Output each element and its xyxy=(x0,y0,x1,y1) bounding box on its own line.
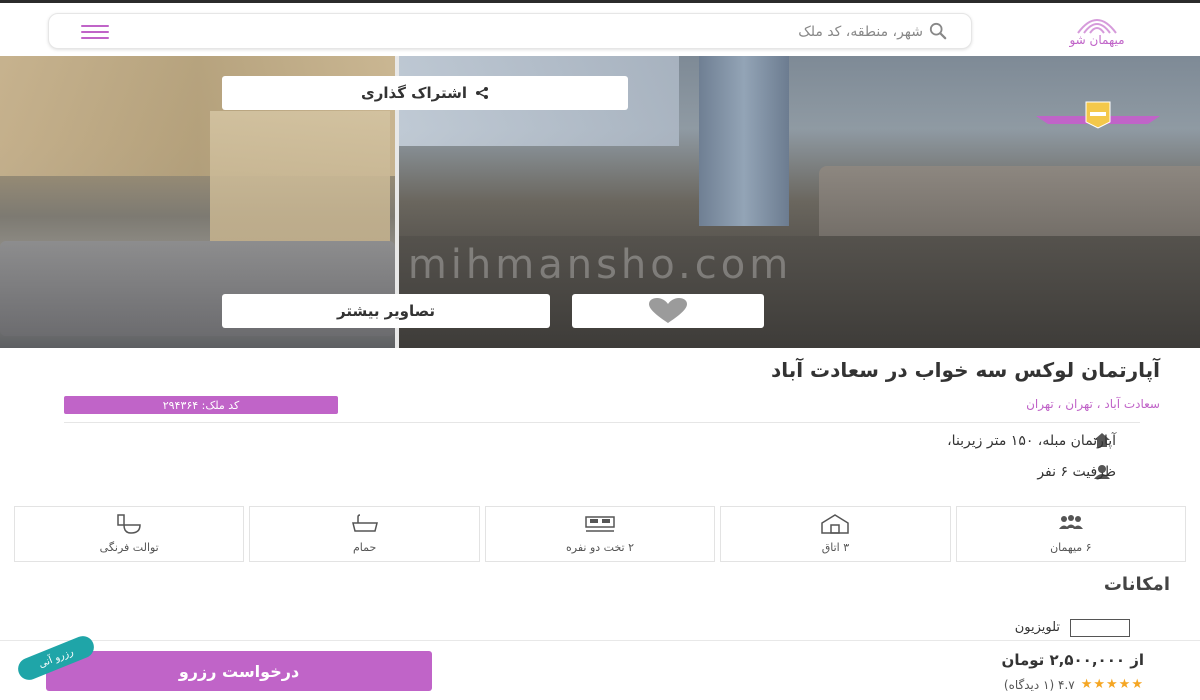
share-icon xyxy=(476,87,488,99)
feature-capacity: ظرفیت ۶ نفر xyxy=(1037,464,1116,480)
header: میهمان شو xyxy=(0,3,1200,58)
guests-icon xyxy=(1058,515,1083,529)
reserve-request-button[interactable]: درخواست رزرو xyxy=(46,651,432,691)
divider xyxy=(64,422,1140,423)
spec-label: ۳ اتاق xyxy=(821,541,850,554)
room-icon xyxy=(821,514,850,534)
amenities-title: امکانات xyxy=(1103,574,1170,595)
spec-label: حمام xyxy=(352,541,377,554)
spec-bathroom: حمام xyxy=(249,506,480,562)
rating-text: ۴.۷ (۱ دیدگاه) xyxy=(1003,677,1075,692)
spec-label: ۲ تخت دو نفره xyxy=(565,541,635,554)
tv-icon xyxy=(1070,619,1130,637)
logo-text: میهمان شو xyxy=(1069,33,1125,47)
verified-badge-icon xyxy=(1036,100,1160,130)
hamburger-menu-icon[interactable] xyxy=(81,21,109,43)
logo[interactable]: میهمان شو xyxy=(1042,13,1152,57)
more-images-button[interactable]: تصاویر بیشتر xyxy=(222,294,550,328)
price-text: از ۲,۵۰۰,۰۰۰ تومان xyxy=(1001,651,1144,669)
hero-gallery[interactable]: mihmansho.com اشتراک گذاری تصاویر بیشتر xyxy=(0,56,1200,348)
amenity-label: تلویزیون xyxy=(1014,620,1060,635)
spec-guests: ۶ میهمان xyxy=(955,506,1187,562)
search-bar xyxy=(48,13,972,49)
watermark: mihmansho.com xyxy=(407,242,793,288)
favorite-button[interactable] xyxy=(572,294,764,328)
toilet-icon xyxy=(117,514,141,534)
specs-row: توالت فرنگی حمام ۲ تخت دو نفره ۳ اتاق ۶ … xyxy=(14,506,1187,562)
spec-rooms: ۳ اتاق xyxy=(720,506,951,562)
double-bed-icon xyxy=(585,516,615,532)
logo-icon xyxy=(1077,19,1117,34)
spec-toilet: توالت فرنگی xyxy=(14,506,245,562)
property-code-tag: کد ملک: ۲۹۴۳۶۴ xyxy=(64,396,338,414)
share-label: اشتراک گذاری xyxy=(361,84,467,102)
spec-beds: ۲ تخت دو نفره xyxy=(484,506,716,562)
listing-location[interactable]: سعادت آباد ، تهران ، تهران xyxy=(1026,397,1160,411)
booking-bar: درخواست رزرو رزرو آنی از ۲,۵۰۰,۰۰۰ تومان… xyxy=(0,632,1200,700)
more-images-label: تصاویر بیشتر xyxy=(336,302,436,320)
spec-label: ۶ میهمان xyxy=(1050,541,1092,554)
listing-title: آپارتمان لوکس سه خواب در سعادت آباد xyxy=(770,358,1160,382)
star-rating-icon: ★★★★★ xyxy=(1080,677,1144,692)
search-icon[interactable] xyxy=(929,22,947,40)
bathtub-icon xyxy=(351,514,378,532)
amenity-item: تلویزیون xyxy=(890,619,1130,641)
spec-label: توالت فرنگی xyxy=(99,541,159,554)
search-input[interactable] xyxy=(403,20,923,44)
feature-description: آپارتمان مبله، ۱۵۰ متر زیربنا، xyxy=(947,433,1116,449)
heart-icon xyxy=(649,298,687,323)
share-button[interactable]: اشتراک گذاری xyxy=(222,76,628,110)
rating[interactable]: ★★★★★ ۴.۷ (۱ دیدگاه) xyxy=(1004,677,1144,692)
reserve-label: درخواست رزرو xyxy=(178,661,300,681)
